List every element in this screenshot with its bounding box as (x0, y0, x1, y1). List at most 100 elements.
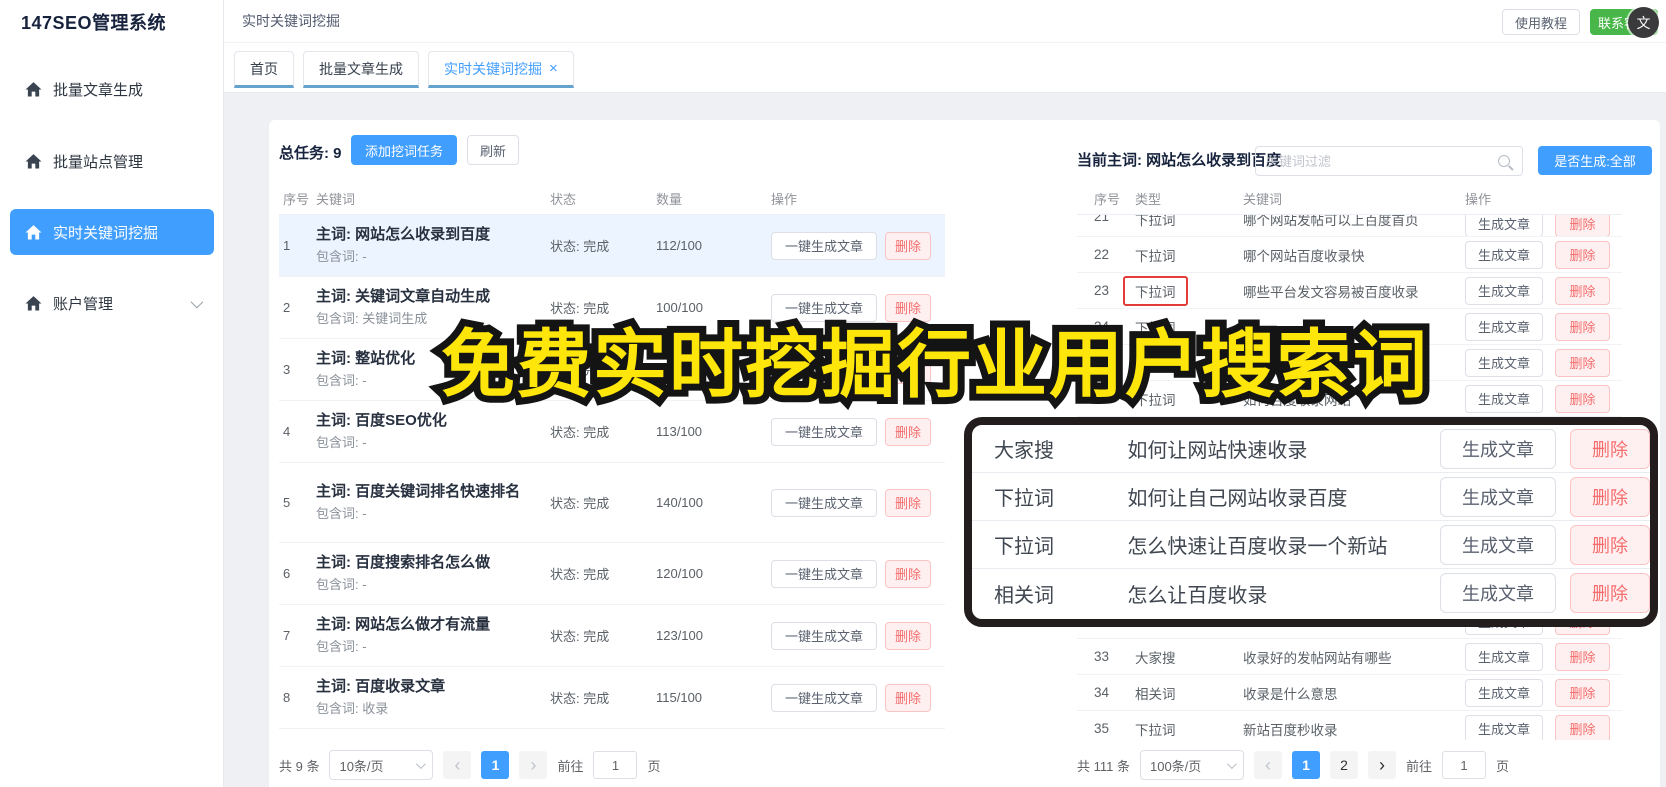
generate-article-button[interactable]: 生成文章 (1465, 240, 1543, 269)
goto-page-input[interactable] (1442, 751, 1486, 779)
task-main-word: 主词: 百度收录文章 (316, 678, 446, 696)
delete-button[interactable]: 删除 (1555, 384, 1610, 413)
generate-article-button[interactable]: 一键生成文章 (771, 488, 877, 517)
tutorial-button[interactable]: 使用教程 (1502, 9, 1580, 35)
generate-article-button[interactable]: 生成文章 (1440, 476, 1556, 517)
keyword-no: 21 (1094, 215, 1110, 224)
delete-button[interactable]: 删除 (1555, 627, 1610, 635)
goto-label: 前往 (557, 758, 584, 774)
task-main-word: 主词: 网站怎么收录到百度 (316, 226, 491, 244)
current-main-word-label: 当前主词: 网站怎么收录到百度 (1077, 152, 1282, 169)
delete-button[interactable]: 删除 (885, 621, 931, 650)
keyword-filter-input[interactable] (1256, 153, 1498, 169)
sidebar-item-batch-article[interactable]: 批量文章生成 (10, 66, 214, 112)
keyword-actions: 生成文章 删除 (1465, 215, 1622, 236)
tab-realtime-keyword[interactable]: 实时关键词挖掘 × (428, 51, 574, 88)
tab-bar: 首页 批量文章生成 实时关键词挖掘 × (224, 43, 1666, 93)
keyword-text: 哪个网站发帖可以上百度首页 (1243, 215, 1419, 228)
tab-home[interactable]: 首页 (234, 51, 294, 88)
keyword-row[interactable]: 35 下拉词 新站百度秒收录 生成文章 删除 (1077, 711, 1622, 740)
delete-button[interactable]: 删除 (1555, 276, 1610, 305)
generate-article-button[interactable]: 生成文章 (1465, 627, 1543, 635)
delete-button[interactable]: 删除 (885, 488, 931, 517)
page-button-1[interactable]: 1 (1291, 751, 1320, 779)
sidebar-item-label: 实时关键词挖掘 (53, 224, 159, 242)
generate-article-button[interactable]: 生成文章 (1465, 312, 1543, 341)
keyword-row[interactable]: 22 下拉词 哪个网站百度收录快 生成文章 删除 (1077, 237, 1622, 273)
task-row[interactable]: 6 主词: 百度搜索排名怎么做 包含词: - 状态: 完成 120/100 一键… (279, 543, 945, 605)
keyword-row[interactable]: 34 相关词 收录是什么意思 生成文章 删除 (1077, 675, 1622, 711)
sidebar-item-realtime-keyword[interactable]: 实时关键词挖掘 (10, 209, 214, 255)
delete-button[interactable]: 删除 (885, 559, 931, 588)
task-row[interactable]: 5 主词: 百度关键词排名快速排名 包含词: - 状态: 完成 140/100 … (279, 463, 945, 543)
keyword-row[interactable]: 33 大家搜 收录好的发帖网站有哪些 生成文章 删除 (1077, 639, 1622, 675)
keyword-row[interactable]: 21 下拉词 哪个网站发帖可以上百度首页 生成文章 删除 (1077, 215, 1622, 237)
delete-button[interactable]: 删除 (1570, 428, 1650, 469)
topbar (224, 0, 1666, 43)
next-page-button[interactable]: › (1367, 751, 1396, 779)
generate-article-button[interactable]: 生成文章 (1440, 573, 1556, 613)
tasks-table: 序号 关键词 状态 数量 操作 1 主词: 网站怎么收录到百度 包含词: - 状… (279, 183, 945, 729)
next-page-button[interactable]: › (519, 751, 548, 779)
generate-article-button[interactable]: 生成文章 (1465, 276, 1543, 305)
tab-label: 批量文章生成 (319, 60, 403, 77)
prev-page-button[interactable]: ‹ (1253, 751, 1282, 779)
generate-article-button[interactable]: 一键生成文章 (771, 417, 877, 446)
translate-extension-icon[interactable]: 文 (1628, 7, 1659, 38)
generate-article-button[interactable]: 一键生成文章 (771, 231, 877, 260)
keyword-type: 相关词 (1135, 686, 1176, 702)
sidebar-item-batch-site[interactable]: 批量站点管理 (10, 138, 214, 184)
delete-button[interactable]: 删除 (885, 417, 931, 446)
delete-button[interactable]: 删除 (1570, 476, 1650, 517)
delete-button[interactable]: 删除 (1555, 348, 1610, 377)
generate-article-button[interactable]: 生成文章 (1465, 215, 1543, 236)
delete-button[interactable]: 删除 (1555, 642, 1610, 671)
delete-button[interactable]: 删除 (1555, 240, 1610, 269)
page-button-1[interactable]: 1 (481, 751, 510, 779)
goto-page-input[interactable] (593, 751, 638, 779)
task-no: 7 (283, 628, 291, 643)
refresh-button[interactable]: 刷新 (467, 135, 519, 165)
tab-batch-article[interactable]: 批量文章生成 (303, 51, 419, 88)
page-size-select[interactable]: 10条/页 (329, 750, 434, 780)
delete-button[interactable]: 删除 (885, 231, 931, 260)
generate-article-button[interactable]: 生成文章 (1440, 524, 1556, 565)
page-size-select[interactable]: 100条/页 (1139, 750, 1244, 780)
delete-button[interactable]: 删除 (1570, 573, 1650, 613)
close-icon[interactable]: × (549, 61, 558, 76)
task-row[interactable]: 1 主词: 网站怎么收录到百度 包含词: - 状态: 完成 112/100 一键… (279, 215, 945, 277)
delete-button[interactable]: 删除 (1570, 524, 1650, 565)
prev-page-button[interactable]: ‹ (443, 751, 472, 779)
delete-button[interactable]: 删除 (1555, 714, 1610, 740)
add-task-button[interactable]: 添加挖词任务 (351, 135, 457, 165)
generate-article-button[interactable]: 生成文章 (1465, 384, 1543, 413)
task-row[interactable]: 8 主词: 百度收录文章 包含词: 收录 状态: 完成 115/100 一键生成… (279, 667, 945, 729)
task-actions: 一键生成文章 删除 (771, 683, 945, 712)
generate-article-button[interactable]: 生成文章 (1465, 714, 1543, 740)
delete-button[interactable]: 删除 (885, 683, 931, 712)
generate-article-button[interactable]: 生成文章 (1440, 428, 1556, 469)
column-header-action: 操作 (771, 192, 798, 207)
generate-article-button[interactable]: 生成文章 (1465, 678, 1543, 707)
app-window: 147SEO管理系统 批量文章生成 批量站点管理 实时关键词挖掘 账户管理 实时… (0, 0, 1666, 787)
column-header-keyword: 关键词 (316, 192, 356, 207)
page-button-2[interactable]: 2 (1329, 751, 1358, 779)
generate-article-button[interactable]: 一键生成文章 (771, 621, 877, 650)
delete-button[interactable]: 删除 (1555, 312, 1610, 341)
generate-all-button[interactable]: 是否生成:全部 (1538, 146, 1652, 175)
generate-article-button[interactable]: 生成文章 (1465, 348, 1543, 377)
page-unit-label: 页 (647, 758, 661, 774)
task-count: 112/100 (656, 238, 703, 253)
keyword-actions: 生成文章 删除 (1465, 240, 1622, 269)
sidebar-item-account[interactable]: 账户管理 (10, 280, 214, 326)
tasks-table-header: 序号 关键词 状态 数量 操作 (279, 183, 945, 215)
chevron-down-icon (1226, 758, 1237, 769)
task-row[interactable]: 7 主词: 网站怎么做才有流量 包含词: - 状态: 完成 123/100 一键… (279, 605, 945, 667)
generate-article-button[interactable]: 一键生成文章 (771, 683, 877, 712)
keyword-text: 如何让自己网站收录百度 (1127, 488, 1348, 510)
generate-article-button[interactable]: 生成文章 (1465, 642, 1543, 671)
delete-button[interactable]: 删除 (1555, 678, 1610, 707)
task-no: 6 (283, 566, 291, 581)
delete-button[interactable]: 删除 (1555, 215, 1610, 236)
generate-article-button[interactable]: 一键生成文章 (771, 559, 877, 588)
